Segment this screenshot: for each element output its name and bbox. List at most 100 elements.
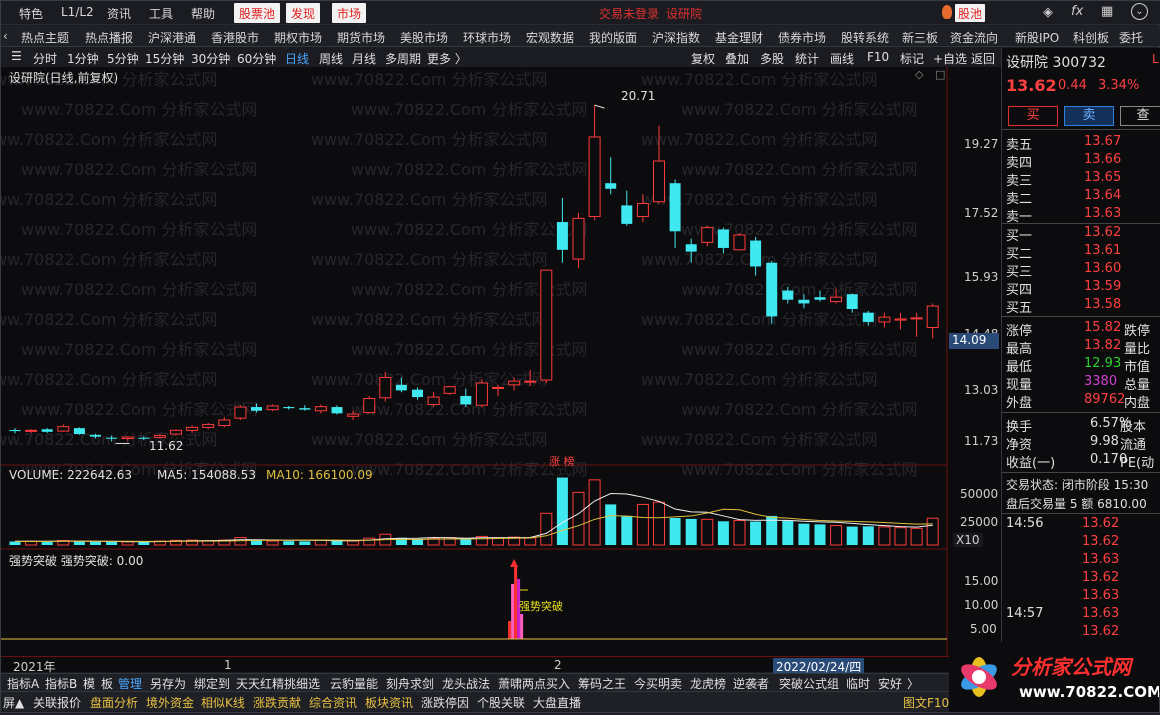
tool-adjust[interactable]: 复权 xyxy=(691,50,715,67)
chevron-down-icon[interactable]: ⌄ xyxy=(1131,3,1148,20)
quote-label: 总量 xyxy=(1124,378,1151,393)
menu-item-l1l2[interactable]: L1/L2 xyxy=(61,5,94,19)
tab-foreign-capital[interactable]: 境外资金 xyxy=(146,694,194,711)
tab-fund[interactable]: 基金理财 xyxy=(715,29,763,46)
tool-draw[interactable]: 画线 xyxy=(830,50,854,67)
tab-news[interactable]: 综合资讯 xyxy=(309,694,357,711)
menu-item-news[interactable]: 资讯 xyxy=(107,5,131,22)
tab-similar-k[interactable]: 相似K线 xyxy=(201,694,245,711)
period-1min[interactable]: 1分钟 xyxy=(67,50,99,67)
menu-item-help[interactable]: 帮助 xyxy=(191,5,215,22)
formula-tab[interactable]: 逆袭者 xyxy=(733,675,769,692)
tab-star[interactable]: 科创板 xyxy=(1073,29,1109,46)
tab-hk-market[interactable]: 香港股市 xyxy=(211,29,259,46)
tab-f10-text[interactable]: 图文F10 xyxy=(903,694,949,711)
square-icon[interactable]: □ xyxy=(935,68,945,81)
tab-order[interactable]: 委托 xyxy=(1119,29,1143,46)
tool-add-watch[interactable]: +自选 xyxy=(933,50,967,67)
tool-back[interactable]: 返回 xyxy=(971,50,995,67)
tab-block-news[interactable]: 板块资讯 xyxy=(365,694,413,711)
tab-limit-reason[interactable]: 涨跌停因 xyxy=(421,694,469,711)
tab-ipo[interactable]: 新股IPO xyxy=(1015,29,1059,46)
formula-tab[interactable]: 突破公式组 xyxy=(779,675,839,692)
layers-icon[interactable]: ◈ xyxy=(1043,5,1053,20)
period-weekly[interactable]: 周线 xyxy=(319,50,343,67)
tab-hot-broadcast[interactable]: 热点播报 xyxy=(85,29,133,46)
tool-mark[interactable]: 标记 xyxy=(900,50,924,67)
period-5min[interactable]: 5分钟 xyxy=(107,50,139,67)
tick-price: 13.63 xyxy=(1082,588,1120,603)
stock-pool-badge[interactable]: 股池 xyxy=(955,4,986,22)
tab-board-analysis[interactable]: 盘面分析 xyxy=(90,694,138,711)
tab-options[interactable]: 期权市场 xyxy=(274,29,322,46)
formula-tab[interactable]: 萧啸两点买入 xyxy=(498,675,570,692)
tool-f10[interactable]: F10 xyxy=(867,50,889,64)
formula-tab[interactable]: 临时 xyxy=(846,675,870,692)
tab-bond[interactable]: 债券市场 xyxy=(778,29,826,46)
tab-rise-contrib[interactable]: 涨跌贡献 xyxy=(253,694,301,711)
menu-icon[interactable]: ☰ xyxy=(11,49,22,63)
formula-tab[interactable]: 龙头战法 xyxy=(442,675,490,692)
formula-tab[interactable]: 筹码之王 xyxy=(578,675,626,692)
limit-up-marker[interactable]: 涨 榜 xyxy=(549,453,575,469)
tab-futures[interactable]: 期货市场 xyxy=(337,29,385,46)
period-more[interactable]: 更多 〉 xyxy=(427,50,467,67)
tab-sh-sz-hk[interactable]: 沪深港通 xyxy=(148,29,196,46)
tab-neeq[interactable]: 股转系统 xyxy=(841,29,889,46)
discover-button[interactable]: 发现 xyxy=(286,3,321,23)
market-button[interactable]: 市场 xyxy=(332,3,367,23)
tab-global[interactable]: 环球市场 xyxy=(463,29,511,46)
formula-tab[interactable]: 〉 xyxy=(907,675,919,692)
period-daily[interactable]: 日线 xyxy=(285,50,309,67)
tab-my-layout[interactable]: 我的版面 xyxy=(589,29,637,46)
tab-bind[interactable]: 绑定到 xyxy=(194,675,230,692)
tab-index[interactable]: 沪深指数 xyxy=(652,29,700,46)
period-timeline[interactable]: 分时 xyxy=(33,50,57,67)
tab-indicator-a[interactable]: 指标A xyxy=(7,675,39,692)
menu-item-features[interactable]: 特色 xyxy=(19,5,43,22)
watermark-text: www.70822.Com 分析家公式网 xyxy=(681,220,918,239)
menu-item-tools[interactable]: 工具 xyxy=(149,5,173,22)
tab-money-flow[interactable]: 资金流向 xyxy=(950,29,998,46)
quote-label: 涨停 xyxy=(1006,324,1033,339)
tab-save-as[interactable]: 另存为 xyxy=(150,675,186,692)
trade-login-status[interactable]: 交易未登录 xyxy=(599,5,659,22)
left-arrow-icon[interactable]: ‹ xyxy=(3,29,8,43)
tab-indicator-b[interactable]: 指标B xyxy=(45,675,77,692)
tab-screen[interactable]: 屏▲ xyxy=(3,694,24,711)
grid-icon[interactable]: ▦ xyxy=(1101,4,1113,19)
tab-macro[interactable]: 宏观数据 xyxy=(526,29,574,46)
tab-stock-relation[interactable]: 个股关联 xyxy=(477,694,525,711)
chart-area[interactable]: www.70822.Com 分析家公式网 www.70822.Com 分析家公式网… xyxy=(1,67,1001,657)
sell-button[interactable]: 卖 xyxy=(1064,106,1114,126)
tab-manage[interactable]: 管理 xyxy=(118,675,142,692)
diamond-icon[interactable]: ◇ xyxy=(915,68,923,81)
stock-pool-button[interactable]: 股票池 xyxy=(234,3,281,23)
formula-tab[interactable]: 龙虎榜 xyxy=(690,675,726,692)
buy-button[interactable]: 买 xyxy=(1008,106,1058,126)
quote-label: 现量 xyxy=(1006,378,1033,393)
kline-chart[interactable]: www.70822.Com 分析家公式网 www.70822.Com 分析家公式网… xyxy=(1,67,1001,657)
tool-overlay[interactable]: 叠加 xyxy=(725,50,749,67)
tab-live[interactable]: 大盘直播 xyxy=(533,694,581,711)
formula-tab[interactable]: 云豹量能 xyxy=(330,675,378,692)
tab-hot-topic[interactable]: 热点主题 xyxy=(21,29,69,46)
period-monthly[interactable]: 月线 xyxy=(352,50,376,67)
period-15min[interactable]: 15分钟 xyxy=(145,50,184,67)
query-button[interactable]: 查 xyxy=(1120,106,1160,126)
tab-us-market[interactable]: 美股市场 xyxy=(400,29,448,46)
period-30min[interactable]: 30分钟 xyxy=(191,50,230,67)
tab-related-quote[interactable]: 关联报价 xyxy=(33,694,81,711)
formula-tab[interactable]: 今买明卖 xyxy=(634,675,682,692)
period-multi[interactable]: 多周期 xyxy=(385,50,421,67)
tab-template[interactable]: 模 xyxy=(83,675,95,692)
tool-multi-stock[interactable]: 多股 xyxy=(760,50,784,67)
tab-board[interactable]: 板 xyxy=(101,675,113,692)
formula-tab[interactable]: 刻舟求剑 xyxy=(386,675,434,692)
period-60min[interactable]: 60分钟 xyxy=(237,50,276,67)
formula-tab[interactable]: 安好 xyxy=(878,675,902,692)
tool-stats[interactable]: 统计 xyxy=(795,50,819,67)
formula-tab[interactable]: 天天红精挑细选 xyxy=(236,675,320,692)
formula-icon[interactable]: fx xyxy=(1071,4,1083,19)
tab-new-otc[interactable]: 新三板 xyxy=(902,29,938,46)
